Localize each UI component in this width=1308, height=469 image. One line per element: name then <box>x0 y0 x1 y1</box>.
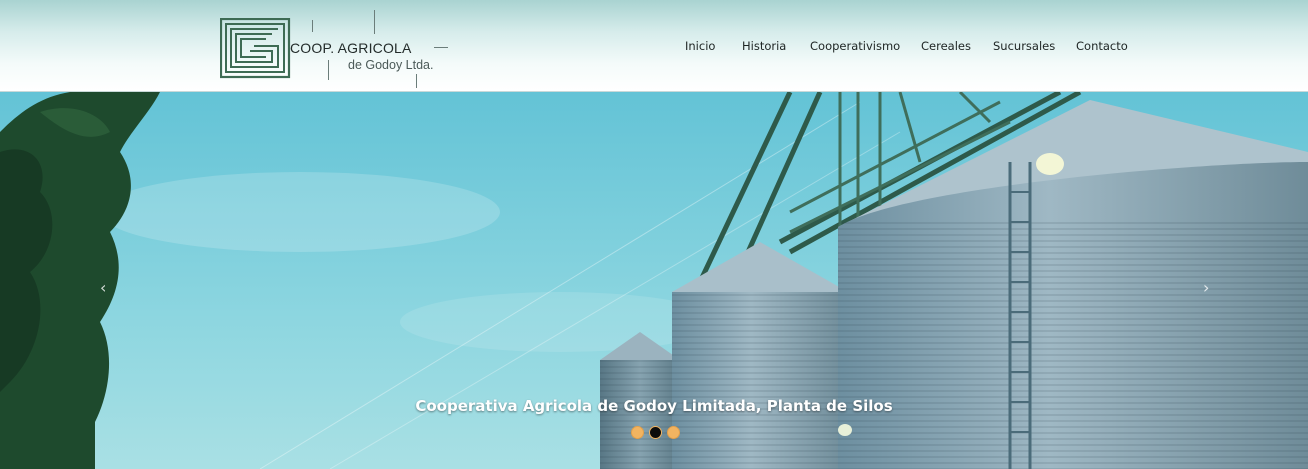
nav-item-cereales[interactable]: Cereales <box>921 39 971 53</box>
chevron-left-icon[interactable]: ‹ <box>100 278 106 297</box>
logo-divider <box>312 20 313 32</box>
slider-dot-2[interactable] <box>649 426 662 439</box>
slider-dot-1[interactable] <box>631 426 644 439</box>
nav-item-sucursales[interactable]: Sucursales <box>993 39 1055 53</box>
site-header: COOP. AGRICOLA de Godoy Ltda. Inicio His… <box>0 0 1308 92</box>
hero-slider: ‹ › Cooperativa Agricola de Godoy Limita… <box>0 92 1308 469</box>
nav-item-inicio[interactable]: Inicio <box>685 39 715 53</box>
logo-subtitle: de Godoy Ltda. <box>348 58 434 72</box>
chevron-right-icon[interactable]: › <box>1203 278 1209 297</box>
nav-item-cooperativismo[interactable]: Cooperativismo <box>810 39 900 53</box>
logo-divider <box>434 47 448 48</box>
logo-divider <box>416 74 417 88</box>
logo-mark-icon <box>220 18 291 79</box>
slide-caption: Cooperativa Agricola de Godoy Limitada, … <box>415 397 893 415</box>
nav-item-contacto[interactable]: Contacto <box>1076 39 1128 53</box>
slider-dot-3[interactable] <box>667 426 680 439</box>
logo-divider <box>374 10 375 34</box>
nav-item-historia[interactable]: Historia <box>742 39 786 53</box>
logo-divider <box>328 60 329 80</box>
site-logo[interactable]: COOP. AGRICOLA de Godoy Ltda. <box>220 10 460 90</box>
logo-title: COOP. AGRICOLA <box>290 40 412 56</box>
